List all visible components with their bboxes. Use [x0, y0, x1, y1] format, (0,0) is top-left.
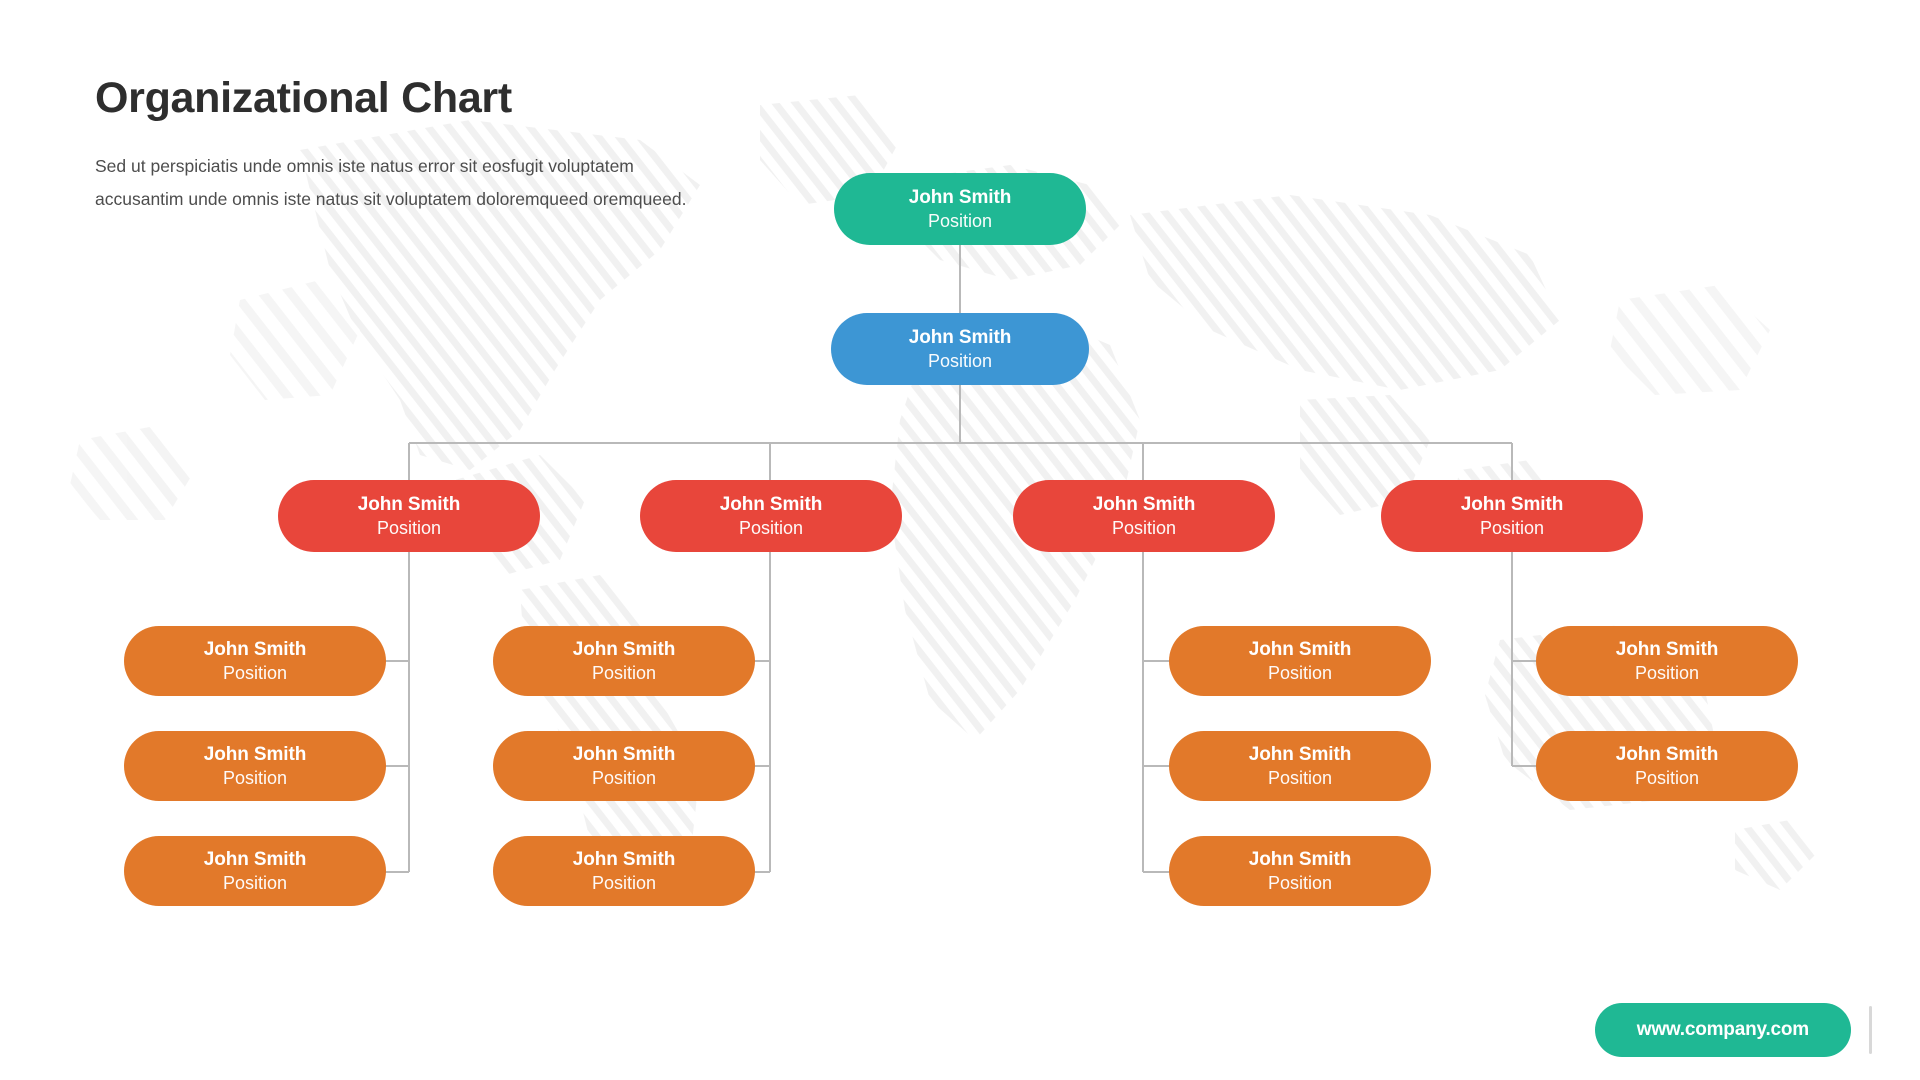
node-position: Position — [927, 350, 993, 371]
node-manager-1[interactable]: John Smith Position — [278, 480, 540, 552]
node-name: John Smith — [908, 326, 1012, 348]
node-name: John Smith — [1615, 743, 1719, 765]
node-position: Position — [1267, 767, 1333, 788]
node-team-4-1[interactable]: John Smith Position — [1536, 626, 1798, 696]
node-team-3-3[interactable]: John Smith Position — [1169, 836, 1431, 906]
node-position: Position — [1267, 872, 1333, 893]
node-name: John Smith — [572, 638, 676, 660]
node-position: Position — [1267, 662, 1333, 683]
node-name: John Smith — [357, 493, 461, 515]
node-position: Position — [1479, 517, 1545, 538]
node-position: Position — [222, 767, 288, 788]
org-chart: John Smith Position John Smith Position … — [0, 0, 1920, 1080]
node-name: John Smith — [1248, 848, 1352, 870]
node-name: John Smith — [1248, 743, 1352, 765]
node-position: Position — [591, 767, 657, 788]
node-position: Position — [591, 662, 657, 683]
node-name: John Smith — [1615, 638, 1719, 660]
node-position: Position — [1111, 517, 1177, 538]
node-position: Position — [376, 517, 442, 538]
node-position: Position — [738, 517, 804, 538]
node-team-1-3[interactable]: John Smith Position — [124, 836, 386, 906]
node-team-2-2[interactable]: John Smith Position — [493, 731, 755, 801]
node-name: John Smith — [203, 848, 307, 870]
node-team-2-3[interactable]: John Smith Position — [493, 836, 755, 906]
footer-divider — [1869, 1006, 1872, 1054]
website-link[interactable]: www.company.com — [1594, 1003, 1851, 1057]
node-manager-4[interactable]: John Smith Position — [1381, 480, 1643, 552]
node-name: John Smith — [1248, 638, 1352, 660]
node-name: John Smith — [719, 493, 823, 515]
node-name: John Smith — [572, 848, 676, 870]
node-team-1-2[interactable]: John Smith Position — [124, 731, 386, 801]
node-manager-2[interactable]: John Smith Position — [640, 480, 902, 552]
node-position: Position — [591, 872, 657, 893]
node-team-2-1[interactable]: John Smith Position — [493, 626, 755, 696]
node-position: Position — [927, 210, 993, 231]
node-team-3-1[interactable]: John Smith Position — [1169, 626, 1431, 696]
node-name: John Smith — [203, 638, 307, 660]
node-team-3-2[interactable]: John Smith Position — [1169, 731, 1431, 801]
node-position: Position — [1634, 767, 1700, 788]
node-name: John Smith — [1092, 493, 1196, 515]
footer-badge: www.company.com — [1594, 1003, 1872, 1057]
node-name: John Smith — [1460, 493, 1564, 515]
node-team-1-1[interactable]: John Smith Position — [124, 626, 386, 696]
node-position: Position — [222, 872, 288, 893]
node-name: John Smith — [572, 743, 676, 765]
node-position: Position — [222, 662, 288, 683]
node-position: Position — [1634, 662, 1700, 683]
node-team-4-2[interactable]: John Smith Position — [1536, 731, 1798, 801]
node-name: John Smith — [908, 186, 1012, 208]
node-ceo[interactable]: John Smith Position — [834, 173, 1086, 245]
node-name: John Smith — [203, 743, 307, 765]
node-department-head[interactable]: John Smith Position — [831, 313, 1089, 385]
node-manager-3[interactable]: John Smith Position — [1013, 480, 1275, 552]
